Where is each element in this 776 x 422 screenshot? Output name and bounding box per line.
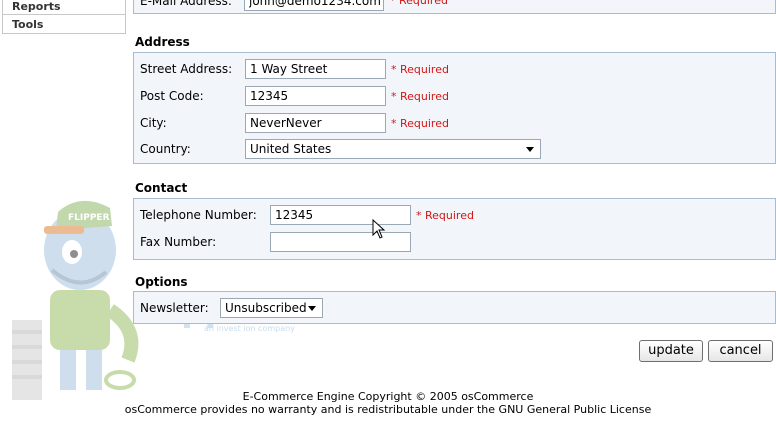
update-button[interactable]: update [639,340,703,362]
postcode-field[interactable] [245,86,386,106]
mouse-cursor-icon [372,219,386,239]
fax-field[interactable] [270,232,411,252]
postcode-label: Post Code: [140,89,204,103]
country-label: Country: [140,142,191,156]
chevron-down-icon[interactable] [526,147,534,152]
chevron-down-icon[interactable] [308,306,316,311]
watermark-tagline: an invest ion company [204,324,295,333]
mascot-watermark-icon: FLIPPER [12,200,139,400]
cancel-button[interactable]: cancel [708,340,773,362]
address-box: Street Address: * Required Post Code: * … [133,52,776,164]
footer-license: osCommerce provides no warranty and is r… [124,403,652,416]
telephone-label: Telephone Number: [140,208,257,222]
options-title: Options [135,275,188,289]
email-label: E-Mail Address: [140,0,232,8]
address-title: Address [135,35,190,49]
fax-label: Fax Number: [140,235,217,249]
telephone-field[interactable] [270,205,411,225]
newsletter-label: Newsletter: [140,301,209,315]
contact-box: Telephone Number: * Required Fax Number: [133,198,776,260]
newsletter-select-value: Unsubscribed [225,301,307,315]
email-field[interactable] [244,0,384,11]
footer-copyright: E-Commerce Engine Copyright © 2005 osCom… [242,390,534,403]
customer-box: E-Mail Address: * Required [133,0,776,14]
nav-item-tools[interactable]: Tools [2,15,126,34]
city-required: * Required [391,117,449,130]
city-label: City: [140,116,167,130]
city-field[interactable] [245,113,386,133]
country-select-value: United States [250,142,332,156]
options-box: Newsletter: Unsubscribed [133,291,776,324]
telephone-required: * Required [416,209,474,222]
street-address-field[interactable] [245,59,386,79]
street-label: Street Address: [140,62,233,76]
country-select[interactable]: United States [245,139,541,159]
mascot-cap-text: FLIPPER [68,213,110,223]
street-required: * Required [391,63,449,76]
nav-item-reports[interactable]: Reports [2,0,126,15]
left-nav: Reports Tools [2,0,126,34]
email-required: * Required [390,0,448,7]
newsletter-select[interactable]: Unsubscribed [220,298,323,318]
contact-title: Contact [135,181,188,195]
postcode-required: * Required [391,90,449,103]
